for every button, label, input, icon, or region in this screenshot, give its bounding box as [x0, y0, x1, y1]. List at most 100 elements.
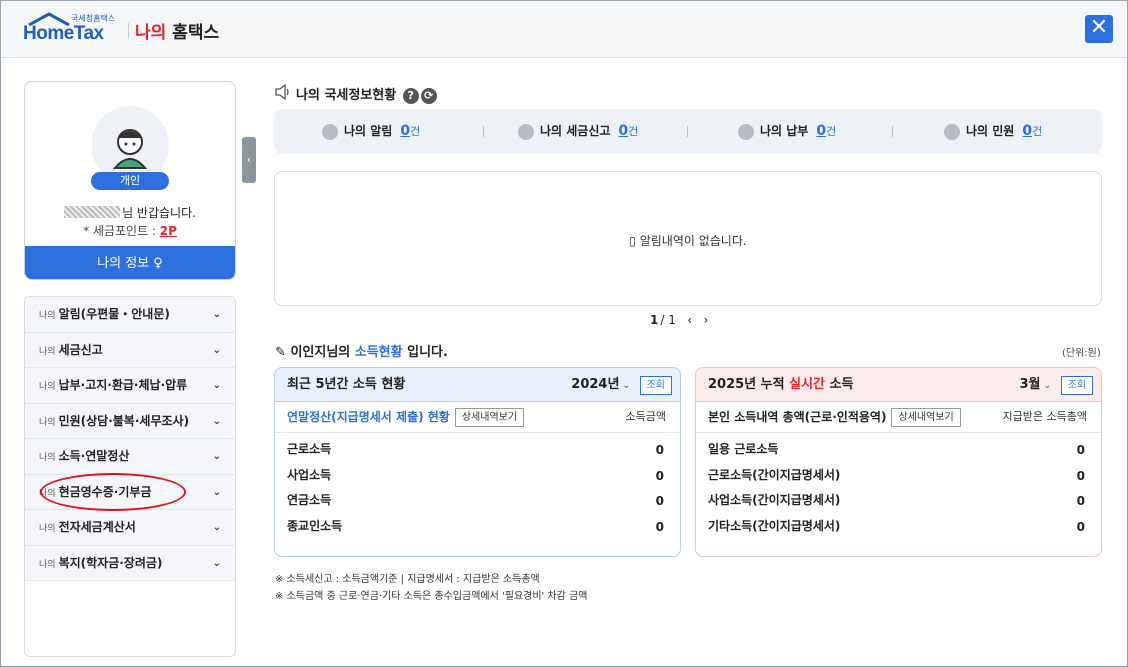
menu-prefix: 나의 — [39, 559, 56, 570]
chevron-down-icon: ⌄ — [212, 486, 221, 498]
income-title-post: 입니다. — [402, 345, 448, 360]
hometax-logo[interactable]: 국세청홈택스 HomeTax — [23, 11, 123, 49]
stat-payment[interactable]: 나의 납부 0건 — [738, 109, 836, 154]
stat-label: 나의 납부 — [760, 124, 809, 138]
stat-unit: 건 — [410, 125, 421, 138]
close-button[interactable]: ✕ — [1085, 15, 1113, 43]
chevron-down-icon: ⌄ — [212, 380, 221, 391]
unit-note: (단위:원) — [1062, 348, 1101, 359]
row-value: 0 — [655, 494, 664, 508]
income-title-blue: 소득현황 — [354, 345, 403, 360]
row-value: 0 — [1076, 494, 1085, 508]
row-value: 0 — [1076, 443, 1085, 457]
menu-item-e-invoice[interactable]: 나의 전자세금계산서 ⌄ — [25, 510, 235, 546]
menu-label: 납부·고지·환급·체납·압류 — [58, 378, 188, 392]
points-value[interactable]: 2P — [160, 224, 177, 238]
page-current: 1 — [650, 313, 659, 327]
year-select[interactable]: 2024년 ⌄ — [571, 368, 630, 403]
my-info-button[interactable]: 나의 정보 ♀ — [25, 246, 235, 279]
chevron-down-icon: ⌄ — [212, 557, 221, 569]
prev-page-icon[interactable]: ‹ — [687, 313, 692, 327]
menu-item-tax-filing[interactable]: 나의 세금신고 ⌄ — [25, 332, 235, 368]
sub-title: 연말정산(지급명세서 제출) 현황 — [287, 410, 450, 424]
row-label: 사업소득 — [287, 467, 332, 482]
menu-prefix: 나의 — [39, 453, 56, 463]
menu-prefix: 나의 — [39, 346, 56, 357]
row-label: 연금소득 — [287, 493, 332, 507]
card-title-pre: 2025년 누적 — [708, 377, 790, 392]
document-icon — [518, 123, 534, 140]
notice-panel: ▯ 알림내역이 없습니다. — [274, 171, 1102, 306]
chevron-down-icon: ⌄ — [212, 451, 221, 462]
search-button[interactable]: 조회 — [639, 376, 672, 395]
detail-button[interactable]: 상세내역보기 — [891, 408, 961, 427]
stat-unit: 건 — [826, 125, 837, 138]
menu-item-civil[interactable]: 나의 민원(상담·불복·세무조사) ⌄ — [25, 403, 235, 439]
chevron-down-icon: ⌄ — [212, 309, 221, 320]
row-value: 0 — [655, 443, 664, 457]
menu-label: 복지(학자금·장려금) — [58, 555, 163, 570]
stat-count[interactable]: 0 — [816, 123, 826, 139]
year-value: 2024년 — [571, 377, 620, 392]
refresh-icon[interactable]: ⟳ — [420, 87, 437, 104]
footnote: ※ 소득금액 중 근로·연금·기타 소득은 총수입금액에서 '필요경비' 차감 … — [275, 591, 588, 602]
realtime-income-card: 2025년 누적 실시간 소득 3월 ⌄ 조회 본인 소득내역 총액(근로·인적용역)… — [695, 367, 1102, 557]
income-title: ✎ 이인지님의 소득현황 입니다. — [275, 341, 448, 360]
menu-prefix: 나의 — [39, 524, 56, 534]
divider — [892, 126, 893, 137]
chevron-down-icon: ⌄ — [622, 381, 630, 391]
logo-text: HomeTax — [23, 23, 104, 44]
edit-icon: ✎ — [275, 345, 286, 360]
table-row: 연금소득 0 — [275, 488, 680, 514]
stat-civil[interactable]: 나의 민원 0건 — [944, 109, 1042, 154]
stat-label: 나의 세금신고 — [540, 124, 611, 138]
page-total: / 1 — [660, 313, 676, 327]
table-row: 기타소득(간이지급명세서) 0 — [696, 514, 1101, 540]
stat-count[interactable]: 0 — [618, 123, 628, 139]
detail-button[interactable]: 상세내역보기 — [454, 408, 525, 427]
wallet-icon — [738, 123, 754, 140]
divider — [687, 126, 688, 137]
header-divider — [128, 23, 129, 39]
column-header: 소득금액 — [625, 410, 666, 423]
empty-notice-text: ▯ 알림내역이 없습니다. — [629, 234, 747, 248]
stat-tax-filing[interactable]: 나의 세금신고 0건 — [518, 109, 638, 154]
next-page-icon[interactable]: › — [704, 313, 709, 327]
status-title-text: 나의 국세정보현황 — [296, 88, 397, 103]
stat-label: 나의 알림 — [344, 124, 393, 138]
table-row: 일용 근로소득 0 — [696, 437, 1101, 463]
menu-item-income[interactable]: 나의 소득·연말정산 ⌄ — [25, 439, 235, 475]
stat-count[interactable]: 0 — [1022, 123, 1032, 139]
column-header: 지급받은 소득총액 — [1002, 410, 1087, 423]
row-value: 0 — [1076, 468, 1085, 483]
stat-unit: 건 — [1032, 125, 1043, 138]
stat-label: 나의 민원 — [966, 124, 1015, 138]
table-row: 사업소득 0 — [275, 463, 680, 489]
menu-item-alerts[interactable]: 나의 알림(우편물・안내문) ⌄ — [25, 297, 235, 333]
divider — [483, 126, 484, 137]
search-button[interactable]: 조회 — [1060, 376, 1093, 395]
menu-item-welfare[interactable]: 나의 복지(학자금·장려금) ⌄ — [25, 545, 235, 581]
page-title-rest: 홈택스 — [166, 23, 220, 43]
clipboard-icon — [944, 123, 960, 140]
speaker-icon — [275, 84, 289, 100]
row-label: 기타소득(간이지급명세서) — [708, 518, 841, 533]
greeting-text: 님 반갑습니다. — [25, 204, 235, 221]
row-value: 0 — [655, 468, 664, 483]
stat-alerts[interactable]: 나의 알림 0건 — [322, 109, 420, 154]
table-row: 근로소득 0 — [275, 437, 680, 463]
menu-label: 소득·연말정산 — [58, 449, 130, 463]
month-select[interactable]: 3월 ⌄ — [1019, 368, 1051, 403]
income-title-pre: 이인지님의 — [290, 345, 355, 360]
help-icon[interactable]: ? — [402, 87, 419, 104]
blurred-name — [64, 206, 121, 218]
chevron-down-icon: ⌄ — [1043, 381, 1051, 391]
menu-item-payment[interactable]: 나의 납부·고지·환급·체납·압류 ⌄ — [25, 368, 235, 404]
stat-count[interactable]: 0 — [400, 123, 410, 139]
collapse-sidebar-button[interactable]: ‹ — [242, 137, 256, 183]
red-highlight-ellipse — [40, 473, 186, 511]
menu-prefix: 나의 — [39, 382, 56, 392]
menu-label: 알림(우편물・안내문) — [58, 307, 170, 321]
chevron-down-icon: ⌄ — [212, 415, 221, 427]
row-label: 일용 근로소득 — [708, 442, 779, 456]
